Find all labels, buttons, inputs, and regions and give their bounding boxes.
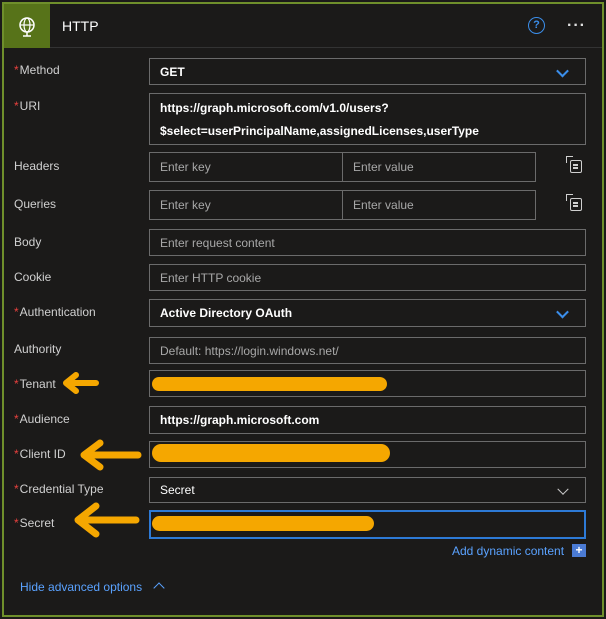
tenant-label: *Tenant — [14, 377, 56, 391]
audience-input[interactable]: https://graph.microsoft.com — [149, 406, 586, 434]
chevron-down-icon — [557, 483, 569, 495]
authentication-value: Active Directory OAuth — [160, 306, 293, 320]
queries-key-input[interactable]: Enter key — [149, 190, 343, 220]
body-input[interactable]: Enter request content — [149, 229, 586, 256]
uri-line1: https://graph.microsoft.com/v1.0/users? — [160, 100, 389, 115]
redaction-mark — [152, 444, 390, 462]
chevron-down-icon — [556, 305, 569, 319]
audience-label: *Audience — [14, 412, 70, 426]
more-options-icon[interactable]: ··· — [567, 17, 586, 35]
arrow-annotation — [80, 439, 142, 471]
redaction-mark — [152, 377, 387, 391]
queries-label: Queries — [14, 197, 57, 211]
headers-label: Headers — [14, 159, 60, 173]
body-label: Body — [14, 235, 42, 249]
uri-field[interactable]: https://graph.microsoft.com/v1.0/users? … — [149, 93, 586, 145]
chevron-down-icon — [556, 64, 569, 77]
add-dynamic-content-icon[interactable]: + — [572, 544, 586, 557]
switch-to-text-mode-icon[interactable] — [566, 156, 582, 173]
redaction-mark — [152, 516, 374, 531]
uri-line2: $select=userPrincipalName,assignedLicens… — [160, 123, 479, 138]
globe-icon — [4, 4, 50, 48]
authority-label: Authority — [14, 342, 62, 356]
headers-key-input[interactable]: Enter key — [149, 152, 343, 182]
headers-value-input[interactable]: Enter value — [342, 152, 536, 182]
switch-to-text-mode-icon[interactable] — [566, 194, 582, 211]
method-label: *Method — [14, 63, 60, 77]
secret-label: *Secret — [14, 516, 55, 530]
credential-type-value: Secret — [160, 483, 195, 497]
add-dynamic-content-link[interactable]: Add dynamic content — [452, 544, 564, 558]
client-id-label: *Client ID — [14, 447, 66, 461]
credential-type-label: *Credential Type — [14, 482, 104, 496]
queries-value-input[interactable]: Enter value — [342, 190, 536, 220]
credential-type-dropdown[interactable]: Secret — [149, 477, 586, 503]
cookie-label: Cookie — [14, 270, 52, 284]
card-title: HTTP — [62, 18, 99, 34]
card-header[interactable]: HTTP ? ··· — [4, 4, 602, 48]
method-dropdown[interactable]: GET — [149, 58, 586, 85]
help-icon[interactable]: ? — [528, 17, 545, 34]
arrow-annotation — [74, 502, 140, 538]
method-value: GET — [160, 64, 185, 79]
cookie-input[interactable]: Enter HTTP cookie — [149, 264, 586, 291]
authentication-label: *Authentication — [14, 305, 96, 319]
authentication-dropdown[interactable]: Active Directory OAuth — [149, 299, 586, 327]
hide-advanced-options-link[interactable]: Hide advanced options — [20, 580, 142, 594]
uri-label: *URI — [14, 99, 41, 113]
authority-input[interactable]: Default: https://login.windows.net/ — [149, 337, 586, 364]
arrow-annotation — [63, 372, 99, 394]
